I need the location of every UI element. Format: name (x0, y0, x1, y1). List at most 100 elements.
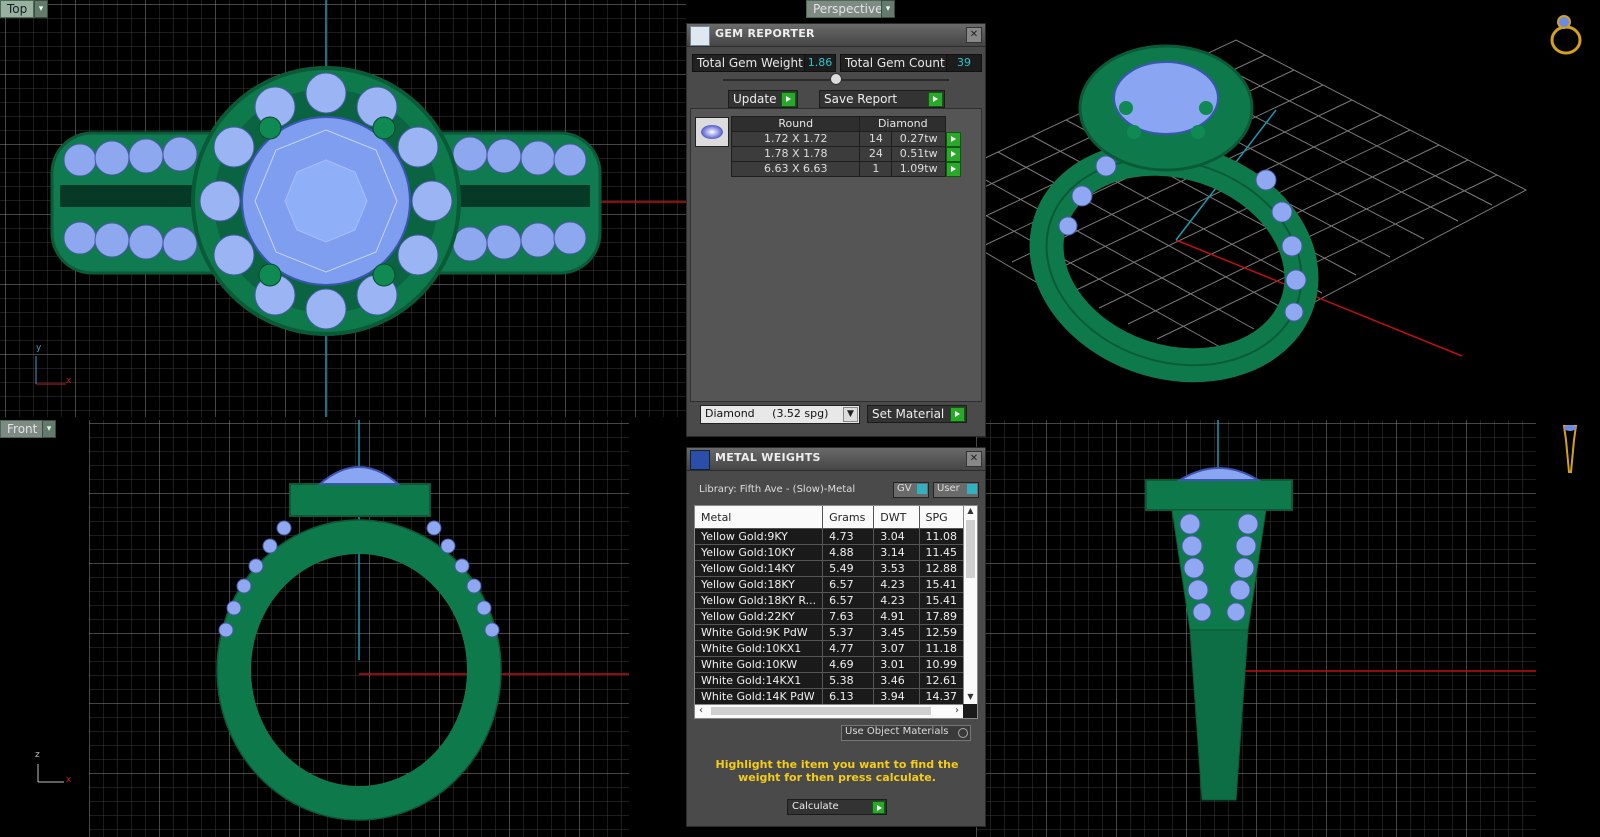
close-icon[interactable]: ✕ (966, 451, 982, 467)
metal-table-container[interactable]: Metal Grams DWT SPG Yellow Gold:9KY 4.73 3… (694, 505, 978, 719)
grams: 4.73 (822, 528, 874, 545)
table-row[interactable]: Yellow Gold:10KY 4.88 3.14 11.45 (695, 544, 963, 561)
chevron-down-icon[interactable]: ▾ (42, 420, 56, 438)
column-header-grams[interactable]: Grams (822, 506, 874, 529)
spg: 15.41 (918, 576, 963, 593)
metal-weights-panel: METAL WEIGHTS ✕ Library: Fifth Ave - (Sl… (686, 447, 986, 827)
viewport-top[interactable]: y x Top ▾ (0, 0, 686, 417)
use-object-materials-toggle[interactable]: Use Object Materials (841, 725, 971, 741)
table-row[interactable]: White Gold:10KX1 4.77 3.07 11.18 (695, 640, 963, 657)
table-row[interactable]: 1.78 X 1.78 24 0.51tw (730, 146, 967, 162)
viewport-front-label[interactable]: Front (0, 420, 45, 438)
axis-label-x: x (66, 775, 72, 785)
scroll-thumb[interactable] (966, 520, 975, 578)
table-row[interactable]: White Gold:14K PdW 6.13 3.94 14.37 (695, 688, 963, 704)
metal-weights-titlebar[interactable]: METAL WEIGHTS ✕ (687, 448, 985, 471)
spg: 12.61 (918, 672, 963, 689)
metal-name: Yellow Gold:14KY (695, 560, 823, 577)
grams: 7.63 (822, 608, 874, 625)
table-row[interactable]: Yellow Gold:22KY 7.63 4.91 17.89 (695, 608, 963, 625)
metal-name: Yellow Gold:9KY (695, 528, 823, 545)
table-row[interactable]: Yellow Gold:18KY R... 6.57 4.23 15.41 (695, 592, 963, 609)
update-button[interactable]: Update (728, 90, 798, 108)
grams: 4.77 (822, 640, 874, 657)
gem-size: 1.78 X 1.78 (730, 146, 861, 162)
viewport-top-label[interactable]: Top (0, 0, 35, 18)
viewport-perspective-label[interactable]: Perspective (806, 0, 890, 18)
dwt: 3.14 (873, 544, 919, 561)
chevron-right-icon[interactable]: › (955, 705, 959, 716)
gem-reporter-logo-icon (690, 26, 710, 46)
dwt: 4.23 (873, 576, 919, 593)
dwt: 3.53 (873, 560, 919, 577)
chevron-down-icon[interactable]: ▼ (964, 692, 977, 704)
horizontal-scrollbar[interactable]: ‹ › (695, 704, 963, 718)
grams: 6.13 (822, 688, 874, 704)
grams: 5.37 (822, 624, 874, 641)
spg: 12.88 (918, 560, 963, 577)
grid (976, 420, 1536, 837)
play-icon (781, 92, 796, 107)
calculate-button-label: Calculate (792, 801, 839, 812)
metal-name: White Gold:10KW (695, 656, 823, 673)
chevron-left-icon[interactable]: ‹ (699, 705, 703, 716)
material-select[interactable]: Diamond (3.52 spg) ▼ (700, 405, 860, 424)
play-icon[interactable] (946, 161, 962, 177)
grid (0, 0, 686, 417)
table-row[interactable]: White Gold:14KX1 5.38 3.46 12.61 (695, 672, 963, 689)
grams: 6.57 (822, 592, 874, 609)
play-icon[interactable] (946, 146, 962, 162)
save-report-button[interactable]: Save Report (819, 90, 945, 108)
metal-name: White Gold:10KX1 (695, 640, 823, 657)
scroll-thumb[interactable] (711, 707, 931, 715)
gv-toggle[interactable]: GV (893, 482, 929, 498)
spg: 15.41 (918, 592, 963, 609)
vertical-scrollbar[interactable]: ▲ ▼ (963, 506, 977, 704)
dwt: 3.04 (873, 528, 919, 545)
user-toggle[interactable]: User (933, 482, 979, 498)
gem-reporter-titlebar[interactable]: GEM REPORTER ✕ (687, 24, 985, 47)
save-report-button-label: Save Report (824, 92, 898, 106)
table-row[interactable]: Yellow Gold:18KY 6.57 4.23 15.41 (695, 576, 963, 593)
viewport-front[interactable]: z x Front ▾ (0, 420, 686, 837)
metal-name: Yellow Gold:22KY (695, 608, 823, 625)
gem-table: Round Diamond 1.72 X 1.72 14 0.27tw 1.78… (730, 116, 967, 177)
table-row[interactable]: 1.72 X 1.72 14 0.27tw (730, 131, 967, 147)
gem-list-area[interactable]: Round Diamond 1.72 X 1.72 14 0.27tw 1.78… (690, 108, 982, 402)
grams: 5.38 (822, 672, 874, 689)
column-header-metal[interactable]: Metal (695, 506, 823, 529)
chevron-down-icon[interactable]: ▾ (34, 0, 48, 18)
chevron-down-icon[interactable]: ▼ (843, 407, 858, 422)
gem-reporter-title: GEM REPORTER (715, 27, 815, 40)
grams: 6.57 (822, 576, 874, 593)
set-material-button[interactable]: Set Material (867, 405, 967, 423)
ring-side-view-icon[interactable] (1558, 422, 1582, 476)
close-icon[interactable]: ✕ (966, 27, 982, 43)
spg: 11.08 (918, 528, 963, 545)
chevron-up-icon[interactable]: ▲ (964, 506, 977, 518)
diamond-round-icon[interactable] (695, 117, 729, 147)
calculate-button[interactable]: Calculate (787, 799, 887, 815)
play-icon (928, 92, 943, 107)
gem-count: 24 (859, 146, 893, 162)
metal-name: Yellow Gold:10KY (695, 544, 823, 561)
grid (37, 420, 629, 837)
metal-weights-title: METAL WEIGHTS (715, 451, 821, 464)
table-row[interactable]: 6.63 X 6.63 1 1.09tw (730, 161, 967, 177)
viewport-side[interactable] (976, 420, 1600, 837)
gem-weight: 1.09tw (891, 161, 947, 177)
metal-weights-logo-icon (690, 450, 710, 470)
gem-count: 1 (859, 161, 893, 177)
slider-handle[interactable] (830, 73, 842, 85)
chevron-down-icon[interactable]: ▾ (881, 0, 895, 18)
table-row[interactable]: Yellow Gold:9KY 4.73 3.04 11.08 (695, 528, 963, 545)
metal-name: White Gold:9K PdW (695, 624, 823, 641)
dwt: 3.94 (873, 688, 919, 704)
table-row[interactable]: White Gold:9K PdW 5.37 3.45 12.59 (695, 624, 963, 641)
ring-view-icon[interactable] (1546, 12, 1586, 56)
column-header-dwt[interactable]: DWT (873, 506, 919, 529)
play-icon[interactable] (946, 131, 962, 147)
table-row[interactable]: Yellow Gold:14KY 5.49 3.53 12.88 (695, 560, 963, 577)
table-row[interactable]: White Gold:10KW 4.69 3.01 10.99 (695, 656, 963, 673)
column-header-spg[interactable]: SPG (918, 506, 963, 529)
